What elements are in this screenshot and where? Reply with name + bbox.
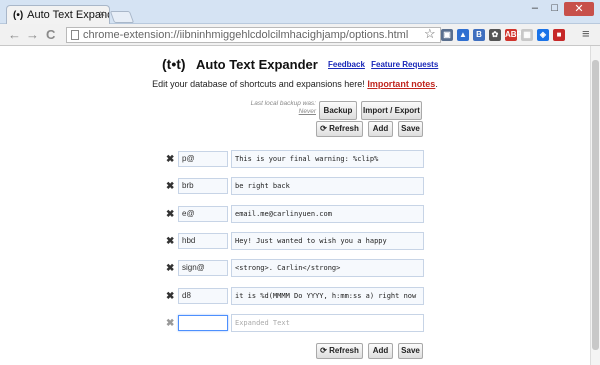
browser-tab[interactable]: (•) Auto Text Expander : Optio × [6, 5, 110, 24]
refresh-button-bottom[interactable]: ⟳ Refresh [316, 343, 363, 359]
shortcut-row: ✖ p@ This is your final warning: %clip% [160, 149, 430, 173]
address-bar[interactable]: chrome-extension://iibninhmiggehlcdolcil… [66, 27, 441, 43]
ext-abp-icon[interactable]: ABP [505, 29, 522, 41]
scrollbar-thumb[interactable] [592, 60, 599, 350]
forward-button[interactable]: → [26, 27, 39, 42]
address-url: chrome-extension://iibninhmiggehlcdolcil… [83, 29, 409, 41]
expansion-input[interactable]: <strong>. Carlin</strong> [231, 259, 424, 278]
ext-cast-icon[interactable]: ◈ [537, 29, 549, 41]
page-icon [71, 30, 79, 40]
important-notes-link[interactable]: Important notes [367, 79, 435, 89]
app-title: Auto Text Expander [196, 57, 318, 72]
feature-requests-link[interactable]: Feature Requests [371, 60, 438, 69]
options-page: (t•t) Auto Text Expander Feedback Featur… [0, 46, 590, 365]
remove-row-icon[interactable]: ✖ [166, 318, 174, 329]
new-tab-button[interactable] [109, 11, 135, 23]
expansion-input[interactable]: This is your final warning: %clip% [231, 150, 424, 168]
remove-row-icon[interactable]: ✖ [166, 236, 174, 247]
remove-row-icon[interactable]: ✖ [166, 154, 174, 165]
add-button-top[interactable]: Add [368, 121, 393, 137]
refresh-button-top[interactable]: ⟳ Refresh [316, 121, 363, 137]
expansion-input[interactable]: Hey! Just wanted to wish you a happy [231, 231, 424, 250]
back-button[interactable]: ← [8, 27, 21, 42]
tab-favicon-icon: (•) [13, 9, 24, 21]
ext-b-icon[interactable]: B [473, 29, 485, 41]
shortcut-row: ✖ brb be right back [160, 176, 430, 200]
shortcut-row: ✖ e@ email.me@carlinyuen.com [160, 204, 430, 228]
backup-status: Last local backup was: Never [248, 100, 316, 116]
tagline-period: . [435, 79, 438, 89]
ext-gear-icon[interactable]: ✿ [489, 29, 501, 41]
header-links: Feedback Feature Requests [328, 60, 442, 69]
tab-title: Auto Text Expander : Optio [27, 9, 109, 21]
shortcut-input[interactable]: d8 [178, 287, 228, 304]
tab-close-icon[interactable]: × [99, 9, 105, 20]
shortcut-row: ✖ sign@ <strong>. Carlin</strong> [160, 258, 430, 282]
shortcut-input[interactable]: brb [178, 178, 228, 195]
feedback-link[interactable]: Feedback [328, 60, 365, 69]
maximize-button[interactable]: □ [551, 2, 558, 14]
save-button-bottom[interactable]: Save [398, 343, 423, 359]
shortcut-row: ✖ hbd Hey! Just wanted to wish you a happy [160, 231, 430, 255]
backup-button[interactable]: Backup [319, 101, 357, 120]
window-close-button[interactable]: ✕ [564, 2, 594, 16]
new-shortcut-input[interactable] [178, 315, 228, 331]
tagline: Edit your database of shortcuts and expa… [0, 79, 590, 89]
import-export-button[interactable]: Import / Export [361, 101, 422, 120]
remove-row-icon[interactable]: ✖ [166, 209, 174, 220]
page-scrollbar[interactable] [590, 46, 600, 365]
remove-row-icon[interactable]: ✖ [166, 263, 174, 274]
browser-toolbar: ← → C chrome-extension://iibninhmiggehlc… [0, 24, 600, 46]
bookmark-star-icon[interactable]: ☆ [424, 26, 436, 42]
new-shortcut-row: ✖ Expanded Text [160, 313, 430, 337]
shortcut-input[interactable]: sign@ [178, 260, 228, 277]
new-expansion-input[interactable]: Expanded Text [231, 314, 424, 332]
backup-status-label: Last local backup was: [250, 100, 316, 107]
shortcut-input[interactable]: hbd [178, 232, 228, 249]
ext-red-icon[interactable]: ■ [553, 29, 565, 41]
shortcut-input[interactable]: p@ [178, 151, 228, 167]
add-button-bottom[interactable]: Add [368, 343, 393, 359]
save-button-top[interactable]: Save [398, 121, 423, 137]
reload-button[interactable]: C [46, 27, 55, 42]
ext-pocket-icon[interactable]: ▦ [521, 29, 533, 41]
chrome-menu-icon[interactable]: ≡ [582, 26, 590, 41]
tagline-text: Edit your database of shortcuts and expa… [152, 79, 365, 89]
backup-status-value: Never [298, 108, 316, 115]
shortcut-row: ✖ d8 it is %d(MMMM Do YYYY, h:mm:ss a) rig… [160, 286, 430, 310]
app-logo: (t•t) [162, 56, 186, 72]
remove-row-icon[interactable]: ✖ [166, 291, 174, 302]
remove-row-icon[interactable]: ✖ [166, 181, 174, 192]
browser-titlebar: (•) Auto Text Expander : Optio × – □ ✕ [0, 0, 600, 24]
shortcut-input[interactable]: e@ [178, 205, 228, 222]
expansion-input[interactable]: email.me@carlinyuen.com [231, 204, 424, 223]
ext-chart-icon[interactable]: ▲ [457, 29, 469, 41]
ext-camera-icon[interactable]: ▣ [441, 29, 453, 41]
expansion-input[interactable]: it is %d(MMMM Do YYYY, h:mm:ss a) right … [231, 286, 424, 305]
expansion-input[interactable]: be right back [231, 177, 424, 196]
minimize-button[interactable]: – [532, 2, 538, 14]
